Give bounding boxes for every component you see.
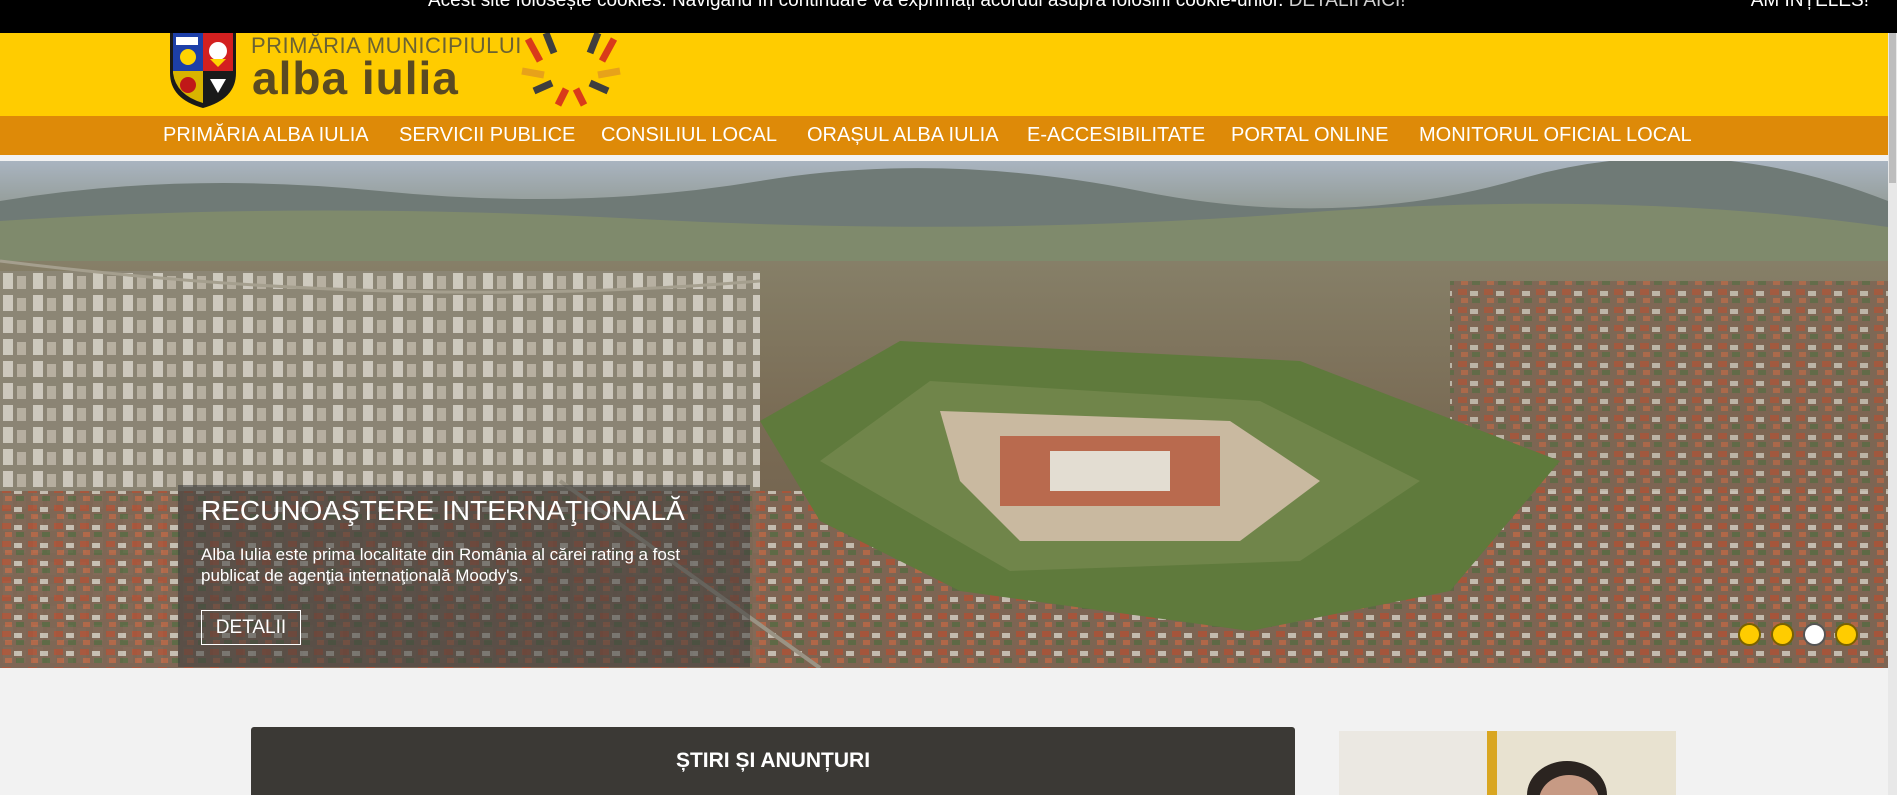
mayor-photo[interactable] [1339,731,1676,795]
main-nav: PRIMĂRIA ALBA IULIA SERVICII PUBLICE CON… [0,116,1888,155]
news-panel: ȘTIRI ȘI ANUNȚURI [251,727,1295,795]
page-scrollbar[interactable] [1888,33,1897,795]
centenary-emblem-logo [521,33,621,107]
logo-title[interactable]: alba iulia [252,55,459,101]
slider-dot-4[interactable] [1835,623,1858,646]
news-panel-title: ȘTIRI ȘI ANUNȚURI [675,749,871,772]
slide-caption: RECUNOAŞTERE INTERNAŢIONALĂ Alba Iulia e… [178,485,750,667]
site-header: PRIMĂRIA MUNICIPIULUI alba iulia [0,33,1888,116]
slide-details-button[interactable]: DETALII [201,610,301,645]
slide-title: RECUNOAŞTERE INTERNAŢIONALĂ [201,495,685,526]
city-crest-logo[interactable] [168,33,238,109]
hero-slider: RECUNOAŞTERE INTERNAŢIONALĂ Alba Iulia e… [0,161,1888,668]
scrollbar-thumb[interactable] [1889,33,1896,183]
cookie-bar: Acest site folosește cookies. Navigând î… [0,0,1897,33]
nav-item-e-accesibilitate[interactable]: E-ACCESIBILITATE [1027,116,1205,155]
page: Acest site folosește cookies. Navigând î… [0,0,1897,795]
nav-item-monitorul-oficial[interactable]: MONITORUL OFICIAL LOCAL [1419,116,1692,155]
cookie-details-link[interactable]: DETALII AICI! [1289,0,1406,11]
cookie-accept-button[interactable]: AM ÎNȚELES! [1751,0,1869,12]
nav-item-servicii-publice[interactable]: SERVICII PUBLICE [399,116,575,155]
slider-dot-3[interactable] [1803,623,1826,646]
cookie-message: Acest site folosește cookies. Navigând î… [428,0,1284,11]
cookie-message-line: Acest site folosește cookies. Navigând î… [428,0,1406,12]
portrait-image [1339,731,1676,795]
nav-item-portal-online[interactable]: PORTAL ONLINE [1231,116,1388,155]
nav-item-primaria[interactable]: PRIMĂRIA ALBA IULIA [163,116,369,155]
nav-item-consiliul-local[interactable]: CONSILIUL LOCAL [601,116,777,155]
slider-dot-1[interactable] [1738,623,1761,646]
slider-dot-2[interactable] [1771,623,1794,646]
slide-description: Alba Iulia este prima localitate din Rom… [201,545,681,585]
nav-item-orasul[interactable]: ORAȘUL ALBA IULIA [807,116,999,155]
